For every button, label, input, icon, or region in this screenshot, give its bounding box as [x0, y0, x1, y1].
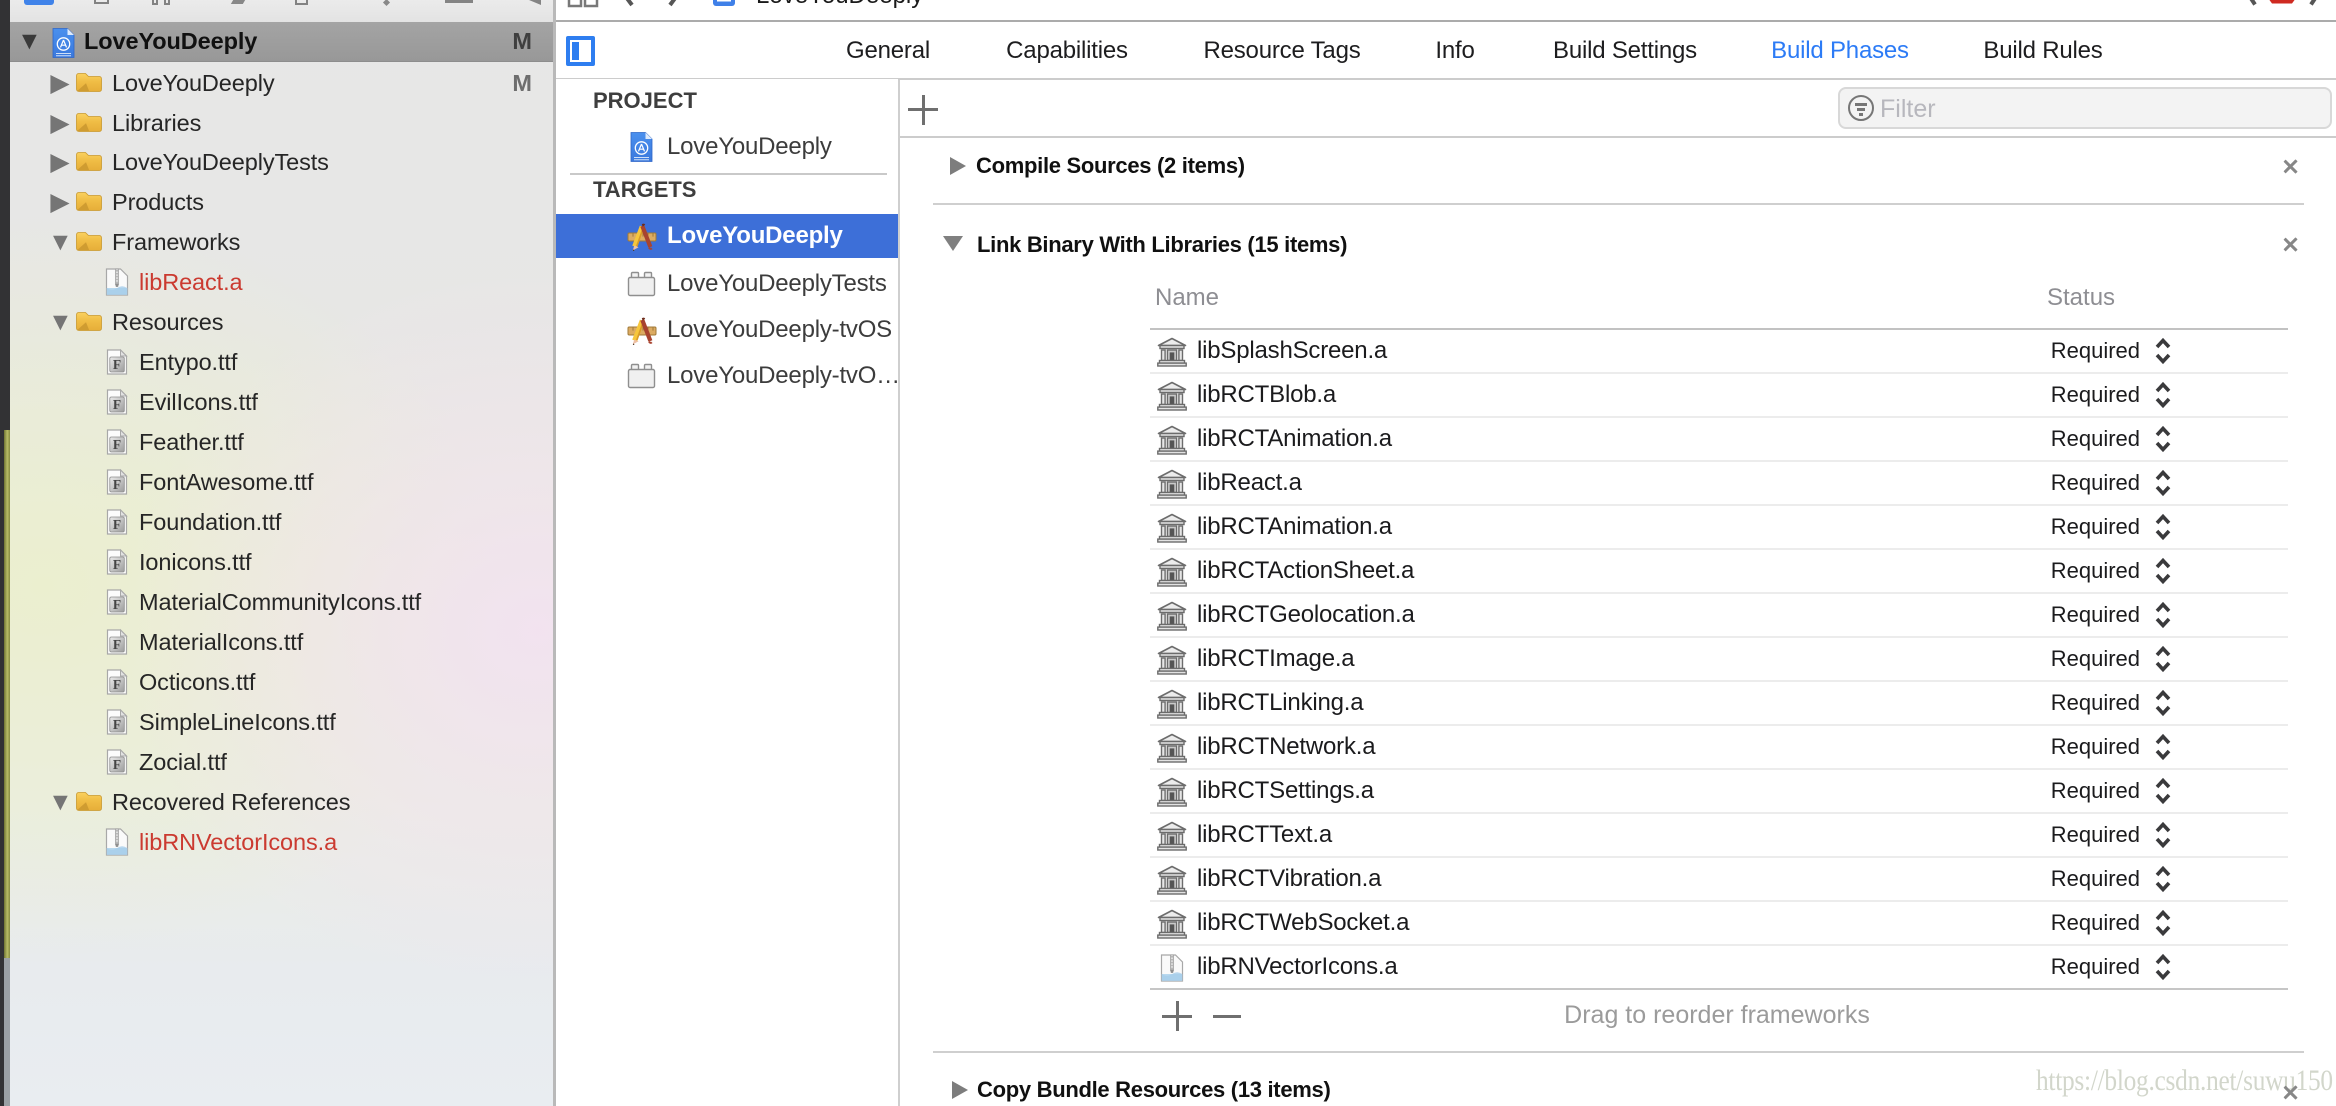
svg-text:LoveYouDeeply: LoveYouDeeply [756, 0, 923, 9]
